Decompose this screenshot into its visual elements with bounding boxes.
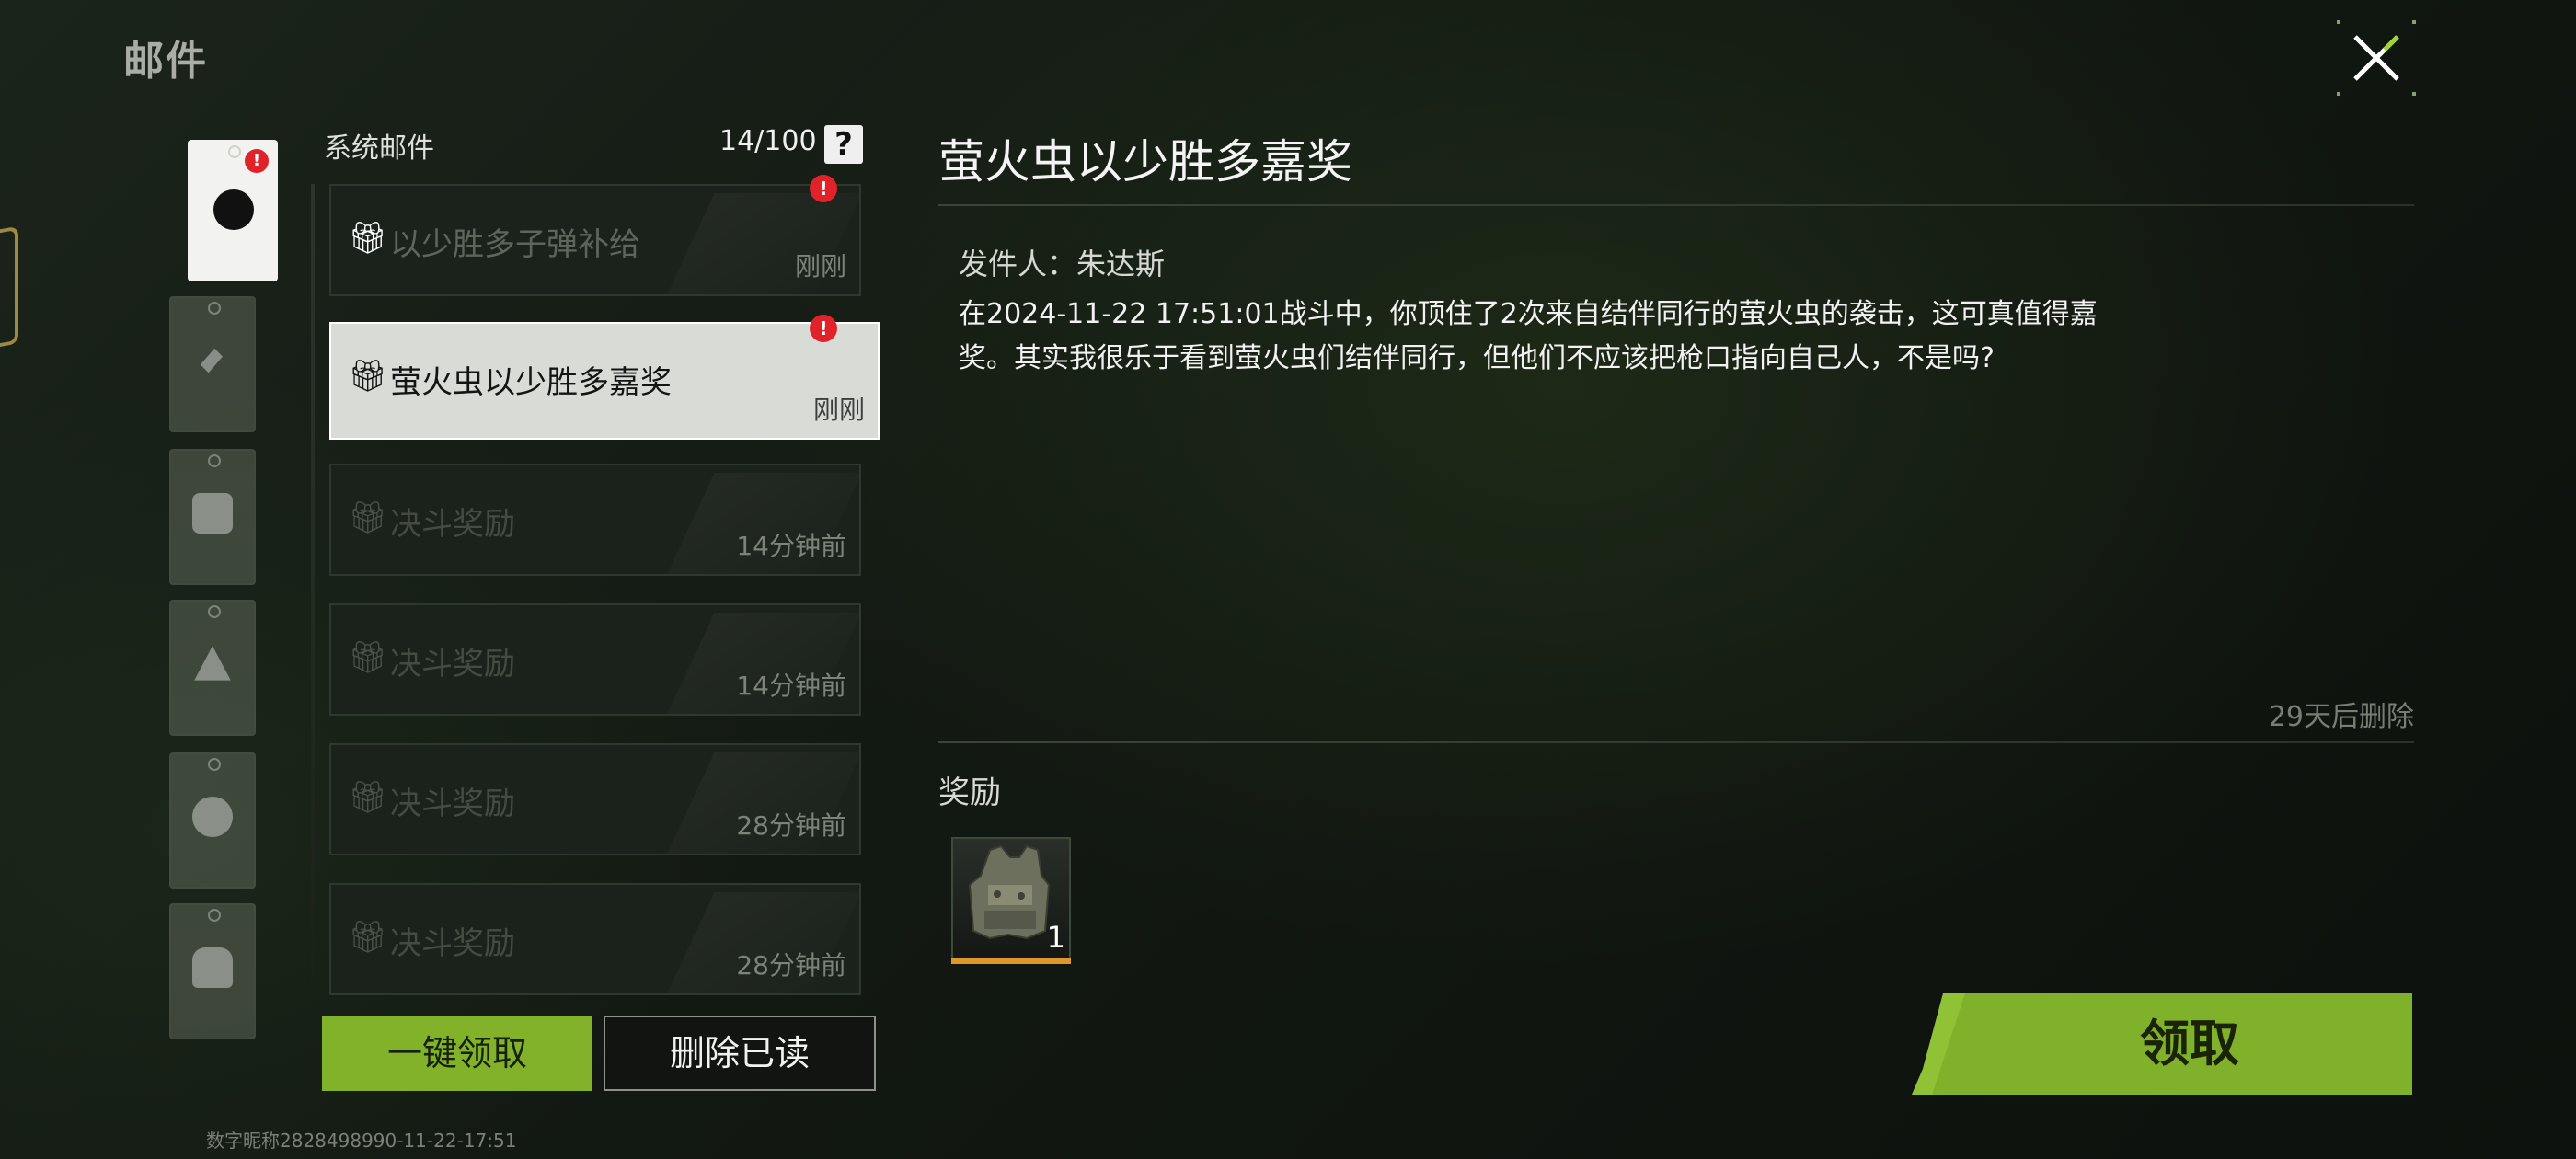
mail-item[interactable]: 🎁︎ 决斗奖励 14分钟前 xyxy=(329,464,861,576)
player-id-watermark: 数字昵称2828498990-11-22-17:51 xyxy=(206,1130,517,1152)
list-divider xyxy=(311,184,315,993)
expire-notice: 29天后删除 xyxy=(2268,701,2414,733)
mail-detail-title: 萤火虫以少胜多嘉奖 xyxy=(938,135,1352,189)
side-tab-handle[interactable] xyxy=(0,225,18,352)
gift-icon: 🎁︎ xyxy=(348,358,388,395)
category-warning[interactable] xyxy=(169,600,256,736)
dice-icon xyxy=(192,493,233,534)
mail-title: 决斗奖励 xyxy=(390,506,515,543)
pin-icon xyxy=(208,909,221,922)
mail-item[interactable]: 🎁︎ 决斗奖励 14分钟前 xyxy=(329,603,861,716)
help-icon[interactable]: ? xyxy=(824,125,863,164)
category-friends[interactable] xyxy=(169,752,256,889)
claim-label: 领取 xyxy=(2140,1015,2239,1073)
claim-all-button[interactable]: 一键领取 xyxy=(322,1016,592,1091)
alert-icon: ! xyxy=(810,175,837,202)
mail-time: 14分钟前 xyxy=(736,671,846,701)
mail-time: 28分钟前 xyxy=(736,950,846,981)
mail-time: 刚刚 xyxy=(812,395,865,425)
mail-count: 14/100 xyxy=(719,125,817,157)
close-button[interactable] xyxy=(2337,20,2416,96)
gavel-icon xyxy=(200,348,223,373)
delete-read-button[interactable]: 删除已读 xyxy=(604,1016,876,1091)
gift-icon: 🎁︎ xyxy=(348,499,388,536)
pin-icon xyxy=(208,454,221,467)
divider xyxy=(938,204,2414,206)
category-system-mail[interactable]: ! xyxy=(188,140,278,281)
pin-icon xyxy=(208,605,221,618)
gift-icon: 🎁︎ xyxy=(348,220,388,257)
reward-label: 奖励 xyxy=(938,775,1001,811)
mail-time: 刚刚 xyxy=(794,251,846,281)
reward-quantity: 1 xyxy=(1046,920,1065,955)
gift-icon: 🎁︎ xyxy=(348,919,388,956)
category-game[interactable] xyxy=(169,449,256,585)
mail-title: 决斗奖励 xyxy=(390,646,515,683)
flower-icon xyxy=(213,189,254,230)
backpack-icon xyxy=(192,947,233,988)
mail-item[interactable]: 🎁︎ 以少胜多子弹补给 刚刚 xyxy=(329,184,861,296)
claim-button[interactable]: 领取 xyxy=(1912,993,2412,1095)
alert-icon: ! xyxy=(810,315,837,342)
pin-icon xyxy=(228,145,241,158)
category-backpack[interactable] xyxy=(169,903,256,1039)
mail-time: 28分钟前 xyxy=(736,810,846,841)
rarity-bar xyxy=(951,958,1071,964)
category-auction[interactable] xyxy=(169,296,256,432)
divider xyxy=(938,741,2414,743)
pin-icon xyxy=(208,758,221,771)
mail-title: 以少胜多子弹补给 xyxy=(390,226,640,263)
warning-icon xyxy=(194,646,231,681)
mail-time: 14分钟前 xyxy=(736,531,846,561)
gift-icon: 🎁︎ xyxy=(348,639,388,676)
reward-item[interactable]: 1 xyxy=(951,837,1071,964)
mail-sender: 发件人：朱达斯 xyxy=(959,247,1166,281)
mail-title: 决斗奖励 xyxy=(390,786,515,822)
page-title: 邮件 xyxy=(123,38,208,85)
face-icon xyxy=(192,797,233,837)
mail-item-selected[interactable]: 🎁︎ 萤火虫以少胜多嘉奖 刚刚 xyxy=(329,322,880,440)
mail-title: 决斗奖励 xyxy=(390,925,515,962)
pin-icon xyxy=(208,302,221,315)
mail-title: 萤火虫以少胜多嘉奖 xyxy=(390,364,672,401)
gift-icon: 🎁︎ xyxy=(348,779,388,816)
close-icon xyxy=(2353,35,2399,81)
alert-icon: ! xyxy=(245,149,269,173)
mail-body: 在2024-11-22 17:51:01战斗中，你顶住了2次来自结伴同行的萤火虫… xyxy=(959,298,2098,374)
mail-item[interactable]: 🎁︎ 决斗奖励 28分钟前 xyxy=(329,883,861,995)
list-heading: 系统邮件 xyxy=(324,132,434,165)
mail-item[interactable]: 🎁︎ 决斗奖励 28分钟前 xyxy=(329,743,861,855)
